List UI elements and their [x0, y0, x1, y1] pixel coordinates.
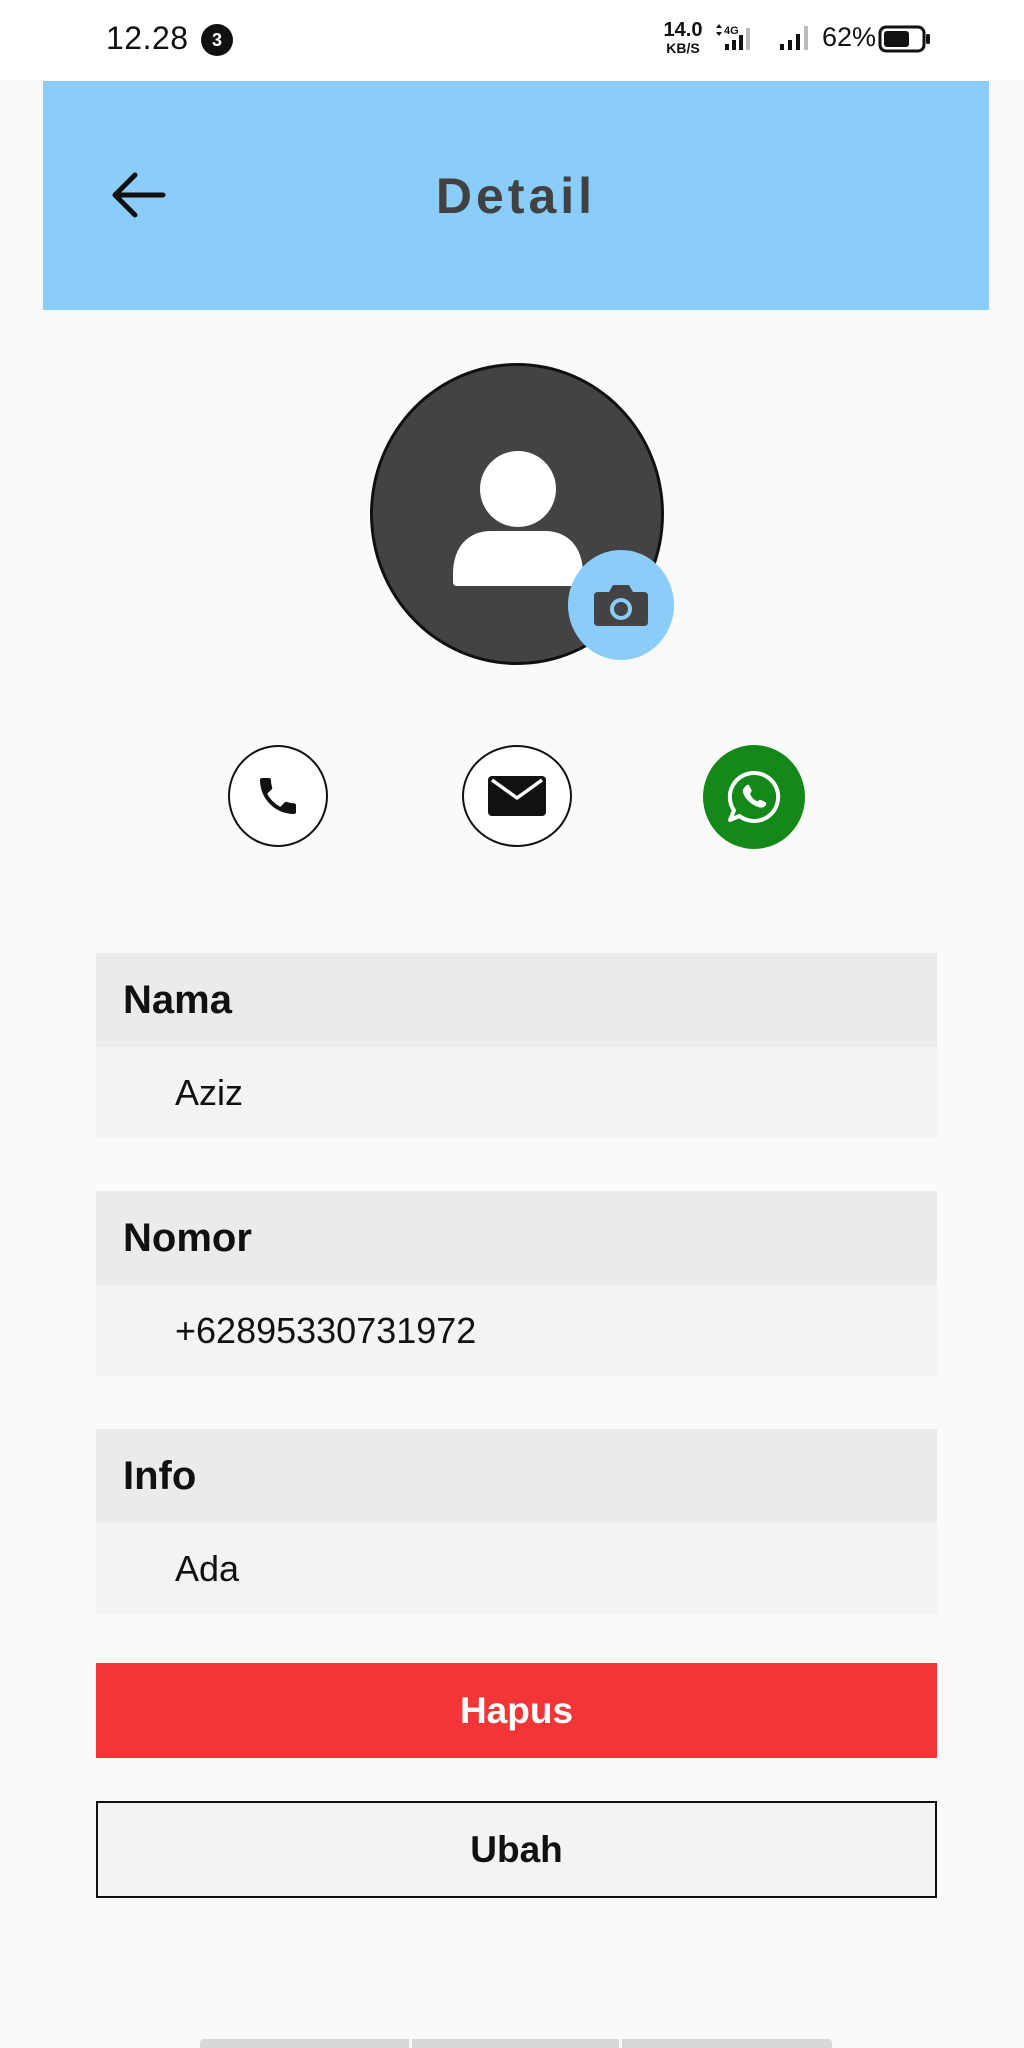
name-card: Nama Aziz [96, 953, 937, 1138]
status-time: 12.28 [106, 20, 189, 56]
network-type-label: 4G [724, 25, 739, 37]
status-bar: 12.28 3 14.0 KB/S 4G 62% [0, 0, 1024, 80]
network-speed: 14.0 KB/S [662, 20, 704, 55]
name-value: Aziz [96, 1047, 937, 1138]
bottom-sheet-handle [200, 2039, 832, 2048]
app-bar: Detail [43, 81, 989, 310]
signal-4g-icon: 4G [715, 22, 763, 61]
envelope-icon [488, 776, 546, 816]
number-value: +62895330731972 [96, 1285, 937, 1376]
change-photo-button[interactable] [568, 550, 674, 660]
info-value: Ada [96, 1523, 937, 1614]
whatsapp-icon [727, 770, 781, 823]
email-button[interactable] [462, 745, 572, 847]
signal-strength-icon [778, 22, 814, 61]
number-label: Nomor [96, 1191, 937, 1285]
network-speed-unit: KB/S [666, 40, 700, 56]
delete-button[interactable]: Hapus [96, 1663, 937, 1758]
info-label: Info [96, 1429, 937, 1523]
camera-icon [594, 585, 648, 626]
notification-count-badge: 3 [201, 24, 233, 56]
page-title: Detail [435, 168, 597, 224]
detail-screen: 12.28 3 14.0 KB/S 4G 62% Detail Nama Azi… [0, 0, 1024, 2048]
edit-button[interactable]: Ubah [96, 1801, 937, 1898]
battery-icon [878, 24, 932, 59]
battery-percent: 62% [822, 22, 877, 52]
call-button[interactable] [228, 745, 328, 847]
whatsapp-button[interactable] [703, 745, 805, 849]
network-speed-value: 14.0 [663, 19, 703, 41]
phone-icon [260, 778, 296, 814]
name-label: Nama [96, 953, 937, 1047]
info-card: Info Ada [96, 1429, 937, 1614]
number-card: Nomor +62895330731972 [96, 1191, 937, 1376]
